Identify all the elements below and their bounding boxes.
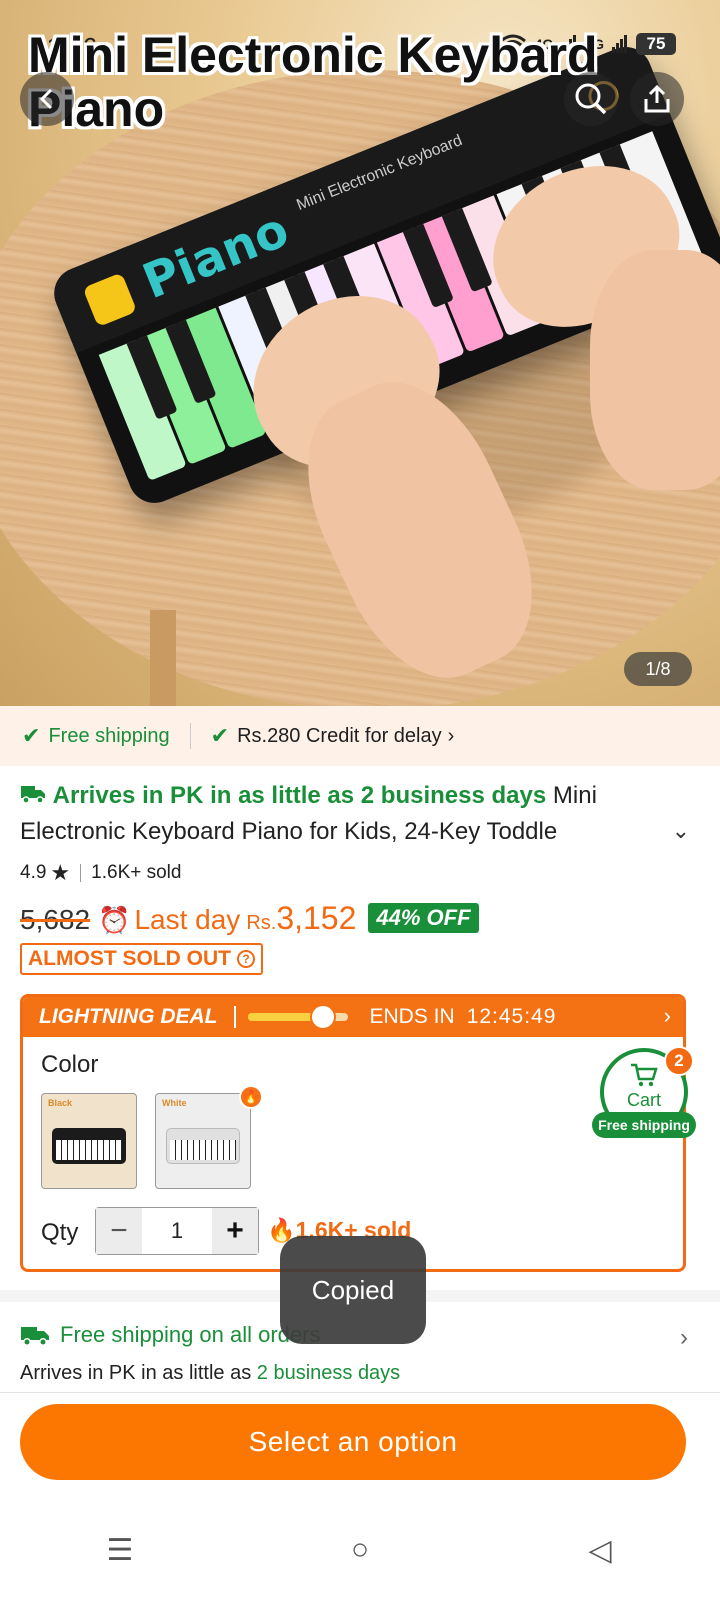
qty-minus-button[interactable]: − [96, 1208, 142, 1254]
rating-value: 4.9 [20, 862, 47, 883]
share-icon [644, 84, 670, 113]
color-swatch-black[interactable]: Black [41, 1093, 137, 1189]
free-shipping-row[interactable]: Free shipping on all orders [20, 1322, 320, 1348]
swatch-tag: Black [48, 1098, 73, 1108]
cart-count-badge: 2 [664, 1046, 694, 1076]
alarm-clock-icon: ⏰ [98, 905, 131, 935]
last-day-label: Last day [134, 904, 241, 935]
quantity-stepper: − 1 + [95, 1207, 259, 1255]
stock-status: ALMOST SOLD OUT [28, 947, 231, 970]
chevron-right-icon[interactable]: › [680, 1324, 688, 1352]
image-counter: 1/8 [624, 652, 692, 686]
mini-piano-keys [170, 1140, 236, 1160]
deal-label: LIGHTNING DEAL [39, 1005, 218, 1028]
ends-in-label: ENDS IN [369, 1005, 455, 1028]
table-leg [150, 610, 176, 720]
arrive-prefix: Arrives in PK in as little as [20, 1362, 252, 1384]
clock-icon [309, 1004, 336, 1030]
currency: Rs. [246, 912, 277, 934]
deal-progress [247, 1004, 348, 1030]
cart-label: Cart [626, 1090, 661, 1110]
check-icon: ✔ [210, 723, 230, 748]
cart-free-shipping-badge: Free shipping [592, 1112, 696, 1138]
swatch-tag: White [162, 1098, 187, 1108]
search-button[interactable] [564, 72, 618, 126]
cart-icon [631, 1063, 658, 1087]
recents-icon[interactable]: ☰ [90, 1520, 150, 1580]
help-icon: ? [237, 950, 255, 968]
right-arm [590, 250, 720, 490]
image-overlay-title: Mini Electronic Keybard Piano [28, 27, 598, 137]
sold-count: 1.6K+ sold [91, 862, 182, 883]
lightning-deal-header[interactable]: LIGHTNING DEAL ENDS IN 12:45:49 › [23, 997, 683, 1037]
qty-value[interactable]: 1 [142, 1208, 212, 1254]
share-button[interactable] [630, 72, 684, 126]
divider [0, 1392, 720, 1393]
chevron-right-icon: › [663, 1003, 671, 1028]
chevron-right-icon: › [447, 724, 455, 747]
fire-icon: 🔥 [239, 1085, 263, 1109]
discount-badge: 44% OFF [368, 903, 479, 933]
divider [189, 723, 191, 749]
home-icon[interactable]: ○ [330, 1520, 390, 1580]
copied-toast: Copied [280, 1236, 426, 1344]
color-label: Color [41, 1051, 99, 1078]
lightning-deal-box: LIGHTNING DEAL ENDS IN 12:45:49 › Color … [20, 994, 686, 1272]
expand-title-icon[interactable]: ⌄ [672, 818, 690, 844]
product-title[interactable]: Arrives in PK in as little as 2 business… [20, 778, 650, 850]
qty-plus-button[interactable]: + [212, 1208, 258, 1254]
almost-sold-out-badge[interactable]: ALMOST SOLD OUT ? [20, 943, 263, 975]
back-button[interactable] [20, 72, 74, 126]
arrival-text: Arrives in PK in as little as 2 business… [52, 782, 547, 809]
system-nav-bar: ☰ ○ ◁ [0, 1500, 720, 1600]
price-row: 5,682 ⏰ Last day Rs. 3,152 44% OFF [20, 900, 479, 937]
check-icon: ✔ [22, 723, 41, 748]
sale-price: 3,152 [276, 900, 357, 936]
back-nav-icon[interactable]: ◁ [570, 1520, 630, 1580]
arrive-days: 2 business days [256, 1362, 401, 1384]
free-shipping-label: Free shipping [48, 724, 170, 747]
credit-label: Rs.280 Credit for delay [237, 724, 442, 747]
benefit-strip[interactable]: ✔ Free shipping ✔ Rs.280 Credit for dela… [0, 706, 720, 766]
original-price: 5,682 [20, 904, 91, 935]
rating-row[interactable]: 4.9 ★ 1.6K+ sold [20, 860, 181, 886]
divider [233, 1006, 236, 1028]
color-swatch-white[interactable]: White [155, 1093, 251, 1189]
chevron-left-icon [39, 88, 53, 110]
qty-label: Qty [41, 1219, 79, 1246]
countdown-timer: 12:45:49 [466, 1005, 557, 1028]
mini-piano-keys [56, 1140, 122, 1160]
divider [80, 864, 82, 882]
select-option-button[interactable]: Select an option [20, 1404, 686, 1480]
search-icon [575, 83, 607, 115]
delivery-truck-icon [21, 1327, 49, 1346]
delivery-truck-icon [21, 786, 45, 804]
star-icon: ★ [50, 860, 71, 885]
shipping-arrival: Arrives in PK in as little as 2 business… [20, 1362, 400, 1385]
